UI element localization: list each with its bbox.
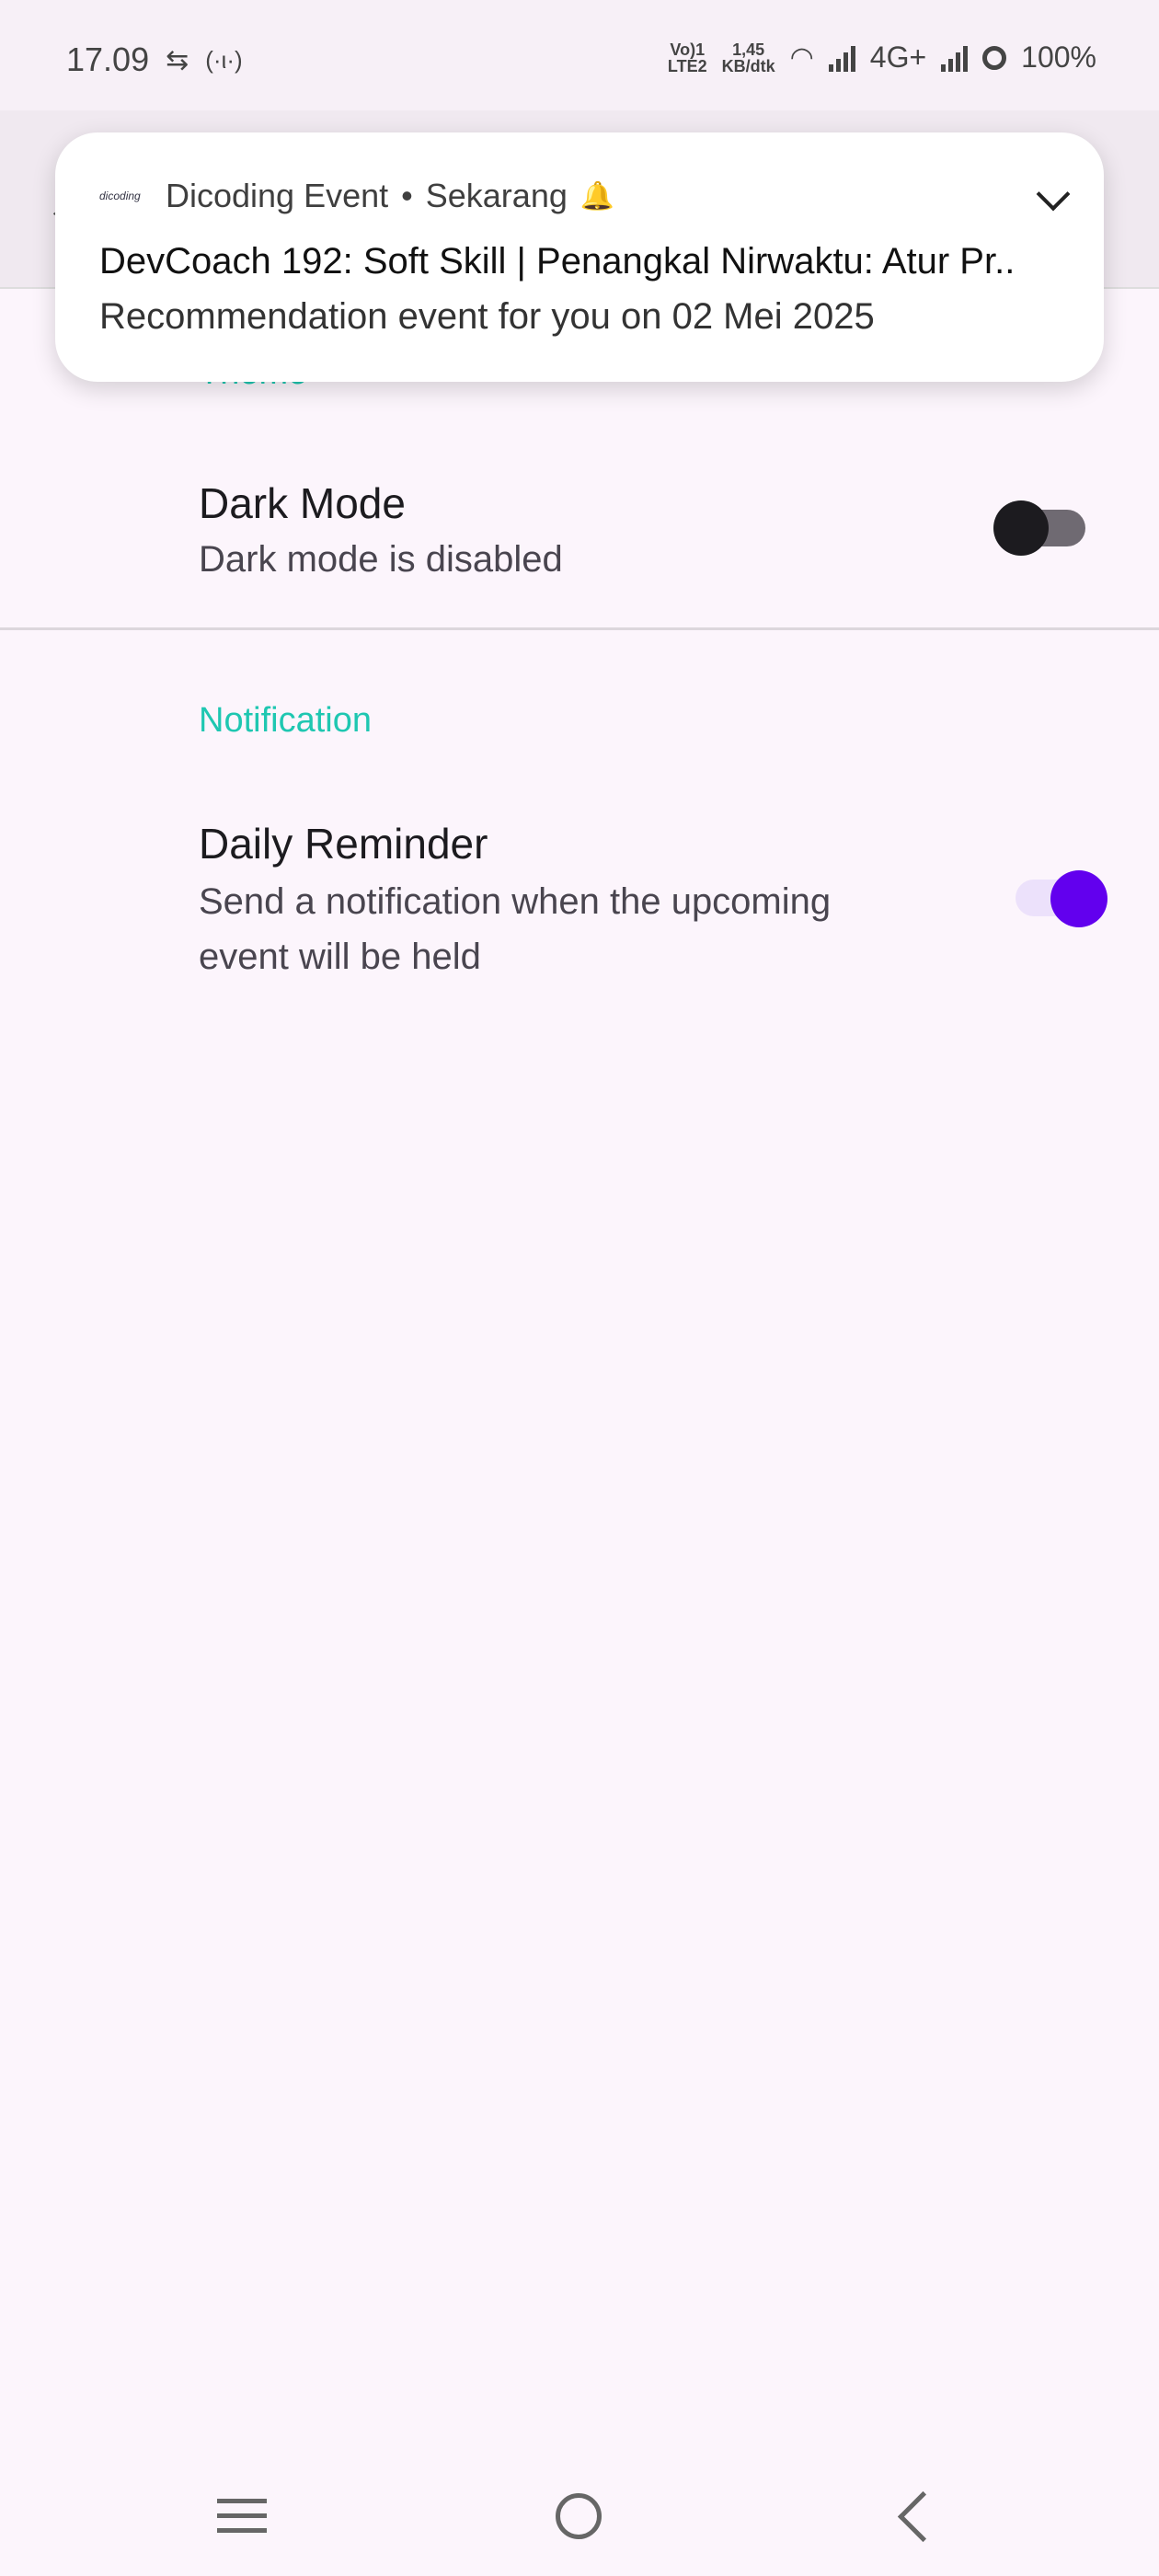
notification-app-name: Dicoding Event <box>166 177 389 214</box>
notification-time: Sekarang <box>425 177 568 214</box>
status-bar: 17.09 ⇆ (·ι·) Vo)1 LTE2 1,45 KB/dtk ◠ 4G… <box>0 0 1159 110</box>
home-icon[interactable] <box>556 2493 602 2539</box>
daily-reminder-switch[interactable] <box>1012 868 1109 927</box>
dark-mode-switch[interactable] <box>993 499 1085 558</box>
dark-mode-switch-thumb <box>993 500 1049 556</box>
volte-indicator: Vo)1 LTE2 <box>667 40 707 75</box>
heads-up-notification[interactable]: dicoding Dicoding Event • Sekarang 🔔 Dev… <box>55 132 1104 382</box>
battery-icon <box>982 45 1007 70</box>
clock: 17.09 <box>66 40 150 78</box>
menu-icon[interactable] <box>217 2499 267 2543</box>
hotspot-icon: (·ι·) <box>205 45 243 74</box>
notification-header: Dicoding Event • Sekarang 🔔 <box>166 177 614 215</box>
dark-mode-subtitle: Dark mode is disabled <box>199 539 563 580</box>
screen-cast-icon: ⇆ <box>166 44 189 75</box>
navigation-bar <box>0 2456 1159 2576</box>
daily-reminder-switch-thumb <box>1050 870 1107 927</box>
notification-section-title: Notification <box>199 701 372 740</box>
network-speed: 1,45 KB/dtk <box>721 40 775 75</box>
chevron-down-icon[interactable] <box>1036 177 1071 212</box>
notification-body: Recommendation event for you on 02 Mei 2… <box>99 296 875 337</box>
bell-icon: 🔔 <box>580 180 615 212</box>
back-icon[interactable] <box>897 2490 949 2543</box>
wifi-icon: ◠ <box>789 42 814 73</box>
daily-reminder-subtitle: Send a notification when the upcoming ev… <box>199 881 832 977</box>
app-logo: dicoding <box>99 190 141 202</box>
signal-icon <box>828 44 855 72</box>
dark-mode-title: Dark Mode <box>199 479 406 527</box>
battery-level: 100% <box>1021 40 1096 74</box>
notification-title: DevCoach 192: Soft Skill | Penangkal Nir… <box>99 241 1016 282</box>
signal-icon-2 <box>941 44 969 72</box>
notification-separator: • <box>401 177 413 214</box>
network-type: 4G+ <box>869 40 927 74</box>
daily-reminder-title: Daily Reminder <box>199 820 488 868</box>
divider <box>0 627 1159 630</box>
